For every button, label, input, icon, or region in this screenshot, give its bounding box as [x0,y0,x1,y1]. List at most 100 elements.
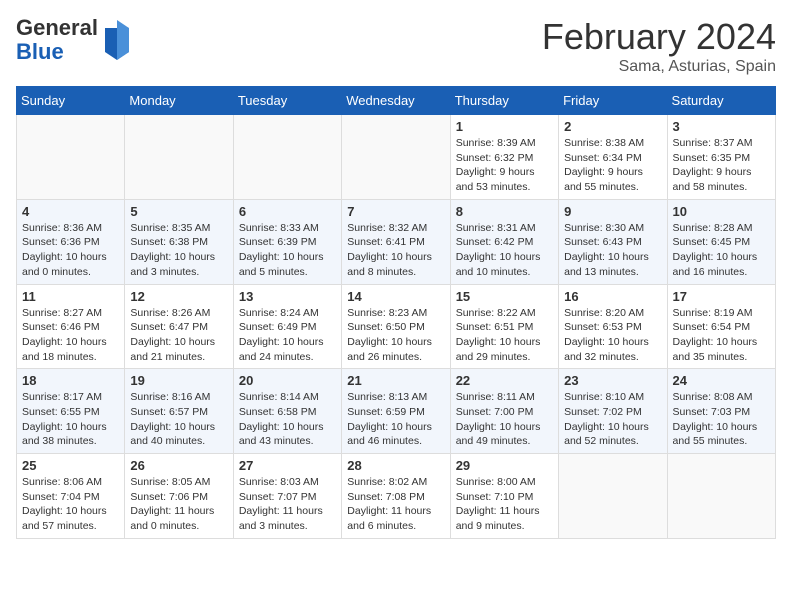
day-number: 28 [347,458,444,473]
day-number: 8 [456,204,553,219]
calendar-day-14: 14 Sunrise: 8:23 AMSunset: 6:50 PMDayligh… [342,284,450,369]
calendar-day-28: 28Sunrise: 8:02 AMSunset: 7:08 PMDayligh… [342,454,450,539]
calendar-day-4: 4 Sunrise: 8:36 AMSunset: 6:36 PMDaylight… [17,199,125,284]
logo-icon [101,20,133,60]
calendar-day-1: 1 Sunrise: 8:39 AMSunset: 6:32 PMDaylight… [450,115,558,200]
day-info: Sunrise: 8:03 AMSunset: 7:07 PMDaylight:… [239,475,336,534]
calendar-week-row: 1 Sunrise: 8:39 AMSunset: 6:32 PMDaylight… [17,115,776,200]
day-number: 26 [130,458,227,473]
day-info: Sunrise: 8:35 AMSunset: 6:38 PMDaylight:… [130,221,227,280]
day-number: 25 [22,458,119,473]
calendar-day-2: 2Sunrise: 8:38 AMSunset: 6:34 PMDaylight… [559,115,667,200]
day-number: 3 [673,119,770,134]
day-number: 29 [456,458,553,473]
calendar-day-17: 17 Sunrise: 8:19 AMSunset: 6:54 PMDayligh… [667,284,775,369]
day-info: Sunrise: 8:23 AMSunset: 6:50 PMDaylight:… [347,306,444,365]
day-info: Sunrise: 8:36 AMSunset: 6:36 PMDaylight:… [22,221,119,280]
day-info: Sunrise: 8:27 AMSunset: 6:46 PMDaylight:… [22,306,119,365]
calendar-day-20: 20Sunrise: 8:14 AMSunset: 6:58 PMDayligh… [233,369,341,454]
day-number: 6 [239,204,336,219]
calendar-day-11: 11 Sunrise: 8:27 AMSunset: 6:46 PMDayligh… [17,284,125,369]
calendar-day-8: 8 Sunrise: 8:31 AMSunset: 6:42 PMDaylight… [450,199,558,284]
logo-text: General Blue [16,16,98,64]
calendar-day-10: 10 Sunrise: 8:28 AMSunset: 6:45 PMDayligh… [667,199,775,284]
day-info: Sunrise: 8:37 AMSunset: 6:35 PMDaylight:… [673,136,770,195]
weekday-header-thursday: Thursday [450,87,558,115]
title-block: February 2024 Sama, Asturias, Spain [542,16,776,76]
calendar-day-22: 22 Sunrise: 8:11 AMSunset: 7:00 PMDayligh… [450,369,558,454]
day-number: 11 [22,289,119,304]
calendar-day-empty [233,115,341,200]
calendar-day-3: 3 Sunrise: 8:37 AMSunset: 6:35 PMDaylight… [667,115,775,200]
day-number: 27 [239,458,336,473]
calendar-week-row: 18 Sunrise: 8:17 AMSunset: 6:55 PMDayligh… [17,369,776,454]
day-info: Sunrise: 8:24 AMSunset: 6:49 PMDaylight:… [239,306,336,365]
weekday-header-friday: Friday [559,87,667,115]
day-number: 19 [130,373,227,388]
weekday-header-tuesday: Tuesday [233,87,341,115]
calendar-day-9: 9 Sunrise: 8:30 AMSunset: 6:43 PMDaylight… [559,199,667,284]
calendar-day-25: 25 Sunrise: 8:06 AMSunset: 7:04 PMDayligh… [17,454,125,539]
day-number: 12 [130,289,227,304]
calendar-week-row: 25 Sunrise: 8:06 AMSunset: 7:04 PMDayligh… [17,454,776,539]
day-number: 15 [456,289,553,304]
calendar-day-empty [342,115,450,200]
day-info: Sunrise: 8:06 AMSunset: 7:04 PMDaylight:… [22,475,119,534]
calendar-day-21: 21Sunrise: 8:13 AMSunset: 6:59 PMDayligh… [342,369,450,454]
calendar-day-16: 16Sunrise: 8:20 AMSunset: 6:53 PMDayligh… [559,284,667,369]
day-number: 7 [347,204,444,219]
calendar-day-empty [559,454,667,539]
weekday-header-monday: Monday [125,87,233,115]
day-info: Sunrise: 8:30 AMSunset: 6:43 PMDaylight:… [564,221,661,280]
day-info: Sunrise: 8:39 AMSunset: 6:32 PMDaylight:… [456,136,553,195]
logo: General Blue [16,16,133,64]
day-number: 17 [673,289,770,304]
day-number: 5 [130,204,227,219]
calendar-day-13: 13 Sunrise: 8:24 AMSunset: 6:49 PMDayligh… [233,284,341,369]
day-info: Sunrise: 8:22 AMSunset: 6:51 PMDaylight:… [456,306,553,365]
weekday-header-wednesday: Wednesday [342,87,450,115]
day-info: Sunrise: 8:17 AMSunset: 6:55 PMDaylight:… [22,390,119,449]
day-info: Sunrise: 8:05 AMSunset: 7:06 PMDaylight:… [130,475,227,534]
day-number: 22 [456,373,553,388]
day-number: 9 [564,204,661,219]
calendar-day-19: 19 Sunrise: 8:16 AMSunset: 6:57 PMDayligh… [125,369,233,454]
calendar-day-5: 5 Sunrise: 8:35 AMSunset: 6:38 PMDaylight… [125,199,233,284]
day-info: Sunrise: 8:00 AMSunset: 7:10 PMDaylight:… [456,475,553,534]
day-info: Sunrise: 8:19 AMSunset: 6:54 PMDaylight:… [673,306,770,365]
calendar-day-23: 23 Sunrise: 8:10 AMSunset: 7:02 PMDayligh… [559,369,667,454]
calendar-day-18: 18 Sunrise: 8:17 AMSunset: 6:55 PMDayligh… [17,369,125,454]
day-number: 21 [347,373,444,388]
month-title: February 2024 [542,16,776,58]
day-number: 13 [239,289,336,304]
day-info: Sunrise: 8:26 AMSunset: 6:47 PMDaylight:… [130,306,227,365]
day-info: Sunrise: 8:32 AMSunset: 6:41 PMDaylight:… [347,221,444,280]
calendar-table: SundayMondayTuesdayWednesdayThursdayFrid… [16,86,776,539]
day-info: Sunrise: 8:28 AMSunset: 6:45 PMDaylight:… [673,221,770,280]
day-number: 24 [673,373,770,388]
day-number: 1 [456,119,553,134]
day-info: Sunrise: 8:16 AMSunset: 6:57 PMDaylight:… [130,390,227,449]
weekday-header-sunday: Sunday [17,87,125,115]
day-number: 4 [22,204,119,219]
day-number: 18 [22,373,119,388]
day-number: 10 [673,204,770,219]
weekday-header-row: SundayMondayTuesdayWednesdayThursdayFrid… [17,87,776,115]
calendar-day-24: 24 Sunrise: 8:08 AMSunset: 7:03 PMDayligh… [667,369,775,454]
day-info: Sunrise: 8:14 AMSunset: 6:58 PMDaylight:… [239,390,336,449]
day-info: Sunrise: 8:33 AMSunset: 6:39 PMDaylight:… [239,221,336,280]
day-info: Sunrise: 8:20 AMSunset: 6:53 PMDaylight:… [564,306,661,365]
calendar-day-29: 29 Sunrise: 8:00 AMSunset: 7:10 PMDayligh… [450,454,558,539]
calendar-day-6: 6 Sunrise: 8:33 AMSunset: 6:39 PMDaylight… [233,199,341,284]
weekday-header-saturday: Saturday [667,87,775,115]
day-info: Sunrise: 8:31 AMSunset: 6:42 PMDaylight:… [456,221,553,280]
day-number: 23 [564,373,661,388]
calendar-day-7: 7 Sunrise: 8:32 AMSunset: 6:41 PMDaylight… [342,199,450,284]
day-info: Sunrise: 8:10 AMSunset: 7:02 PMDaylight:… [564,390,661,449]
day-number: 14 [347,289,444,304]
day-info: Sunrise: 8:38 AMSunset: 6:34 PMDaylight:… [564,136,661,195]
day-info: Sunrise: 8:11 AMSunset: 7:00 PMDaylight:… [456,390,553,449]
calendar-week-row: 11 Sunrise: 8:27 AMSunset: 6:46 PMDayligh… [17,284,776,369]
calendar-day-empty [667,454,775,539]
day-info: Sunrise: 8:08 AMSunset: 7:03 PMDaylight:… [673,390,770,449]
